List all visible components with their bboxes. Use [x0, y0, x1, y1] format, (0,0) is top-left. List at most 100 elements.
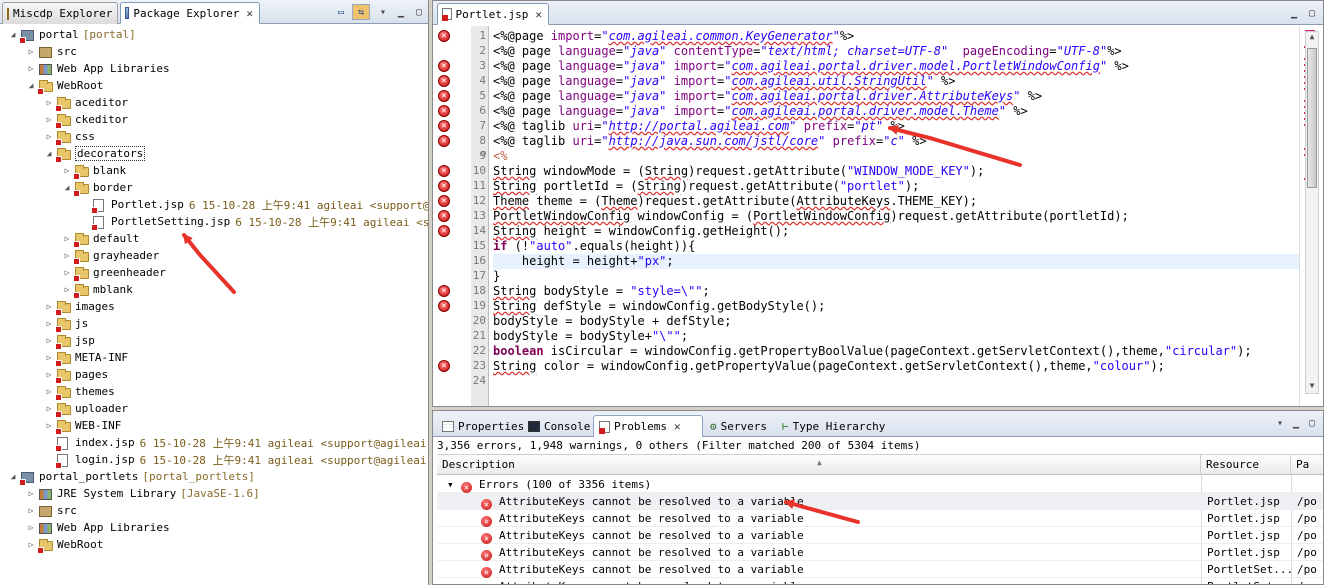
tree-item[interactable]: ▷ Web App Libraries	[26, 60, 170, 77]
close-icon[interactable]: ✕	[674, 420, 681, 433]
code-line[interactable]: <%@ taglib uri="http://portal.agileai.co…	[493, 119, 905, 134]
collapsed-twistie-icon[interactable]: ▷	[44, 370, 54, 379]
tree-item[interactable]: ▷ src	[26, 502, 77, 519]
tab-problems[interactable]: Problems ✕	[593, 415, 703, 437]
column-path[interactable]: Pa	[1291, 455, 1323, 475]
tree-item[interactable]: ▷ pages	[44, 366, 108, 384]
error-marker-icon[interactable]: ✕	[438, 60, 450, 72]
error-marker-icon[interactable]: ✕	[438, 285, 450, 297]
code-line[interactable]: String bodyStyle = "style=\"";	[493, 284, 710, 299]
close-icon[interactable]: ✕	[535, 8, 542, 21]
problem-row[interactable]: ✕AttributeKeys cannot be resolved to a v…	[437, 493, 1323, 510]
code-line[interactable]: height = height+"px";	[493, 254, 1309, 269]
collapsed-twistie-icon[interactable]: ▷	[44, 421, 54, 430]
tree-item[interactable]: ▷ css	[44, 128, 95, 146]
error-marker-icon[interactable]: ✕	[438, 120, 450, 132]
error-marker-icon[interactable]: ✕	[438, 225, 450, 237]
error-marker-icon[interactable]: ✕	[438, 30, 450, 42]
collapsed-twistie-icon[interactable]: ▷	[44, 132, 54, 141]
maximize-icon[interactable]: ▢	[1303, 5, 1321, 21]
tree-item[interactable]: ▷ themes	[44, 383, 115, 401]
collapsed-twistie-icon[interactable]: ▷	[44, 353, 54, 362]
expanded-twistie-icon[interactable]: ◢	[8, 30, 18, 39]
tab-portlet-jsp[interactable]: Portlet.jsp ✕	[437, 3, 549, 25]
expanded-twistie-icon[interactable]: ◢	[8, 472, 18, 481]
collapsed-twistie-icon[interactable]: ▷	[62, 268, 72, 277]
code-line[interactable]: <%@ page language="java" import="com.agi…	[493, 104, 1028, 119]
tree-item[interactable]: Portlet.jsp 6 15-10-28 上午9:41 agileai <su…	[80, 196, 428, 214]
collapsed-twistie-icon[interactable]: ▷	[44, 302, 54, 311]
problem-row[interactable]: ✕AttributeKeys cannot be resolved to a v…	[437, 544, 1323, 561]
code-line[interactable]: <%@ page language="java" contentType="te…	[493, 44, 1122, 59]
error-marker-icon[interactable]: ✕	[438, 105, 450, 117]
tree-item[interactable]: ◢ decorators	[44, 145, 146, 163]
scroll-down-icon[interactable]: ▼	[1306, 381, 1318, 393]
collapsed-twistie-icon[interactable]: ▷	[26, 506, 36, 515]
problem-row[interactable]: ✕AttributeKeys cannot be resolved to a v…	[437, 510, 1323, 527]
code-line[interactable]: <%@ taglib uri="http://java.sun.com/jstl…	[493, 134, 927, 149]
code-line[interactable]: bodyStyle = bodyStyle+"\"";	[493, 329, 688, 344]
error-group-row[interactable]: ▾ ✕ Errors (100 of 3356 items)	[437, 476, 1323, 493]
tree-item[interactable]: ▷ greenheader	[62, 264, 166, 282]
tree-item[interactable]: ◢ portal_portlets [portal_portlets]	[8, 468, 255, 486]
minimize-icon[interactable]: ▁	[392, 4, 410, 20]
tree-item[interactable]: ▷ WebRoot	[26, 536, 103, 554]
error-marker-icon[interactable]: ✕	[438, 210, 450, 222]
tree-item[interactable]: ▷ src	[26, 43, 77, 60]
tab-type-hierarchy[interactable]: ⊢ Type Hierarchy	[777, 415, 890, 437]
tab-miscdp-explorer[interactable]: Miscdp Explorer	[2, 2, 118, 24]
error-marker-icon[interactable]: ✕	[438, 300, 450, 312]
code-line[interactable]: boolean isCircular = windowConfig.getPro…	[493, 344, 1252, 359]
expanded-twistie-icon[interactable]: ◢	[62, 183, 72, 192]
tree-item[interactable]: login.jsp 6 15-10-28 上午9:41 agileai <supp…	[44, 451, 428, 469]
collapsed-twistie-icon[interactable]: ▷	[44, 115, 54, 124]
error-marker-icon[interactable]: ✕	[438, 75, 450, 87]
link-with-editor-icon[interactable]: ⇆	[352, 4, 370, 20]
collapsed-twistie-icon[interactable]: ▷	[44, 404, 54, 413]
code-line[interactable]: bodyStyle = bodyStyle + defStyle;	[493, 314, 731, 329]
tree-item[interactable]: ▷ mblank	[62, 281, 133, 299]
tree-item[interactable]: ▷ blank	[62, 162, 126, 180]
collapsed-twistie-icon[interactable]: ▷	[62, 234, 72, 243]
tree-item[interactable]: ▷ grayheader	[62, 247, 159, 265]
close-icon[interactable]: ✕	[246, 7, 253, 20]
scroll-thumb[interactable]	[1307, 48, 1317, 188]
maximize-icon[interactable]: ▢	[1303, 415, 1321, 431]
error-marker-icon[interactable]: ✕	[438, 90, 450, 102]
error-marker-icon[interactable]: ✕	[438, 180, 450, 192]
collapse-all-icon[interactable]: ▭	[332, 4, 350, 20]
tab-package-explorer[interactable]: Package Explorer ✕	[120, 2, 260, 24]
tab-properties[interactable]: Properties	[437, 415, 529, 437]
error-marker-icon[interactable]: ✕	[438, 135, 450, 147]
code-line[interactable]: <%@page import="com.agileai.common.KeyGe…	[493, 29, 854, 44]
code-line[interactable]: <%@ page language="java" import="com.agi…	[493, 89, 1042, 104]
tree-item[interactable]: ▷ aceditor	[44, 94, 128, 112]
tree-item[interactable]: ◢ portal [portal]	[8, 26, 136, 44]
collapsed-twistie-icon[interactable]: ▷	[26, 523, 36, 532]
tree-item[interactable]: ▷ js	[44, 315, 88, 333]
tree-item[interactable]: ▷ images	[44, 298, 115, 316]
collapsed-twistie-icon[interactable]: ▷	[26, 540, 36, 549]
collapsed-twistie-icon[interactable]: ▷	[62, 285, 72, 294]
collapsed-twistie-icon[interactable]: ▷	[44, 336, 54, 345]
expanded-twistie-icon[interactable]: ◢	[26, 81, 36, 90]
problem-row[interactable]: ✕AttributeKeys cannot be resolved to a v…	[437, 527, 1323, 544]
maximize-icon[interactable]: ▢	[410, 4, 428, 20]
view-menu-icon[interactable]: ▾	[374, 4, 392, 20]
code-line[interactable]: String height = windowConfig.getHeight()…	[493, 224, 789, 239]
error-marker-icon[interactable]: ✕	[438, 165, 450, 177]
code-line[interactable]: Theme theme = (Theme)request.getAttribut…	[493, 194, 977, 209]
expanded-twistie-icon[interactable]: ◢	[44, 149, 54, 158]
tree-item[interactable]: ▷ jsp	[44, 332, 95, 350]
column-description[interactable]: Description ▲	[437, 455, 1201, 475]
code-line[interactable]: String windowMode = (String)request.getA…	[493, 164, 984, 179]
collapsed-twistie-icon[interactable]: ▷	[44, 98, 54, 107]
problem-row[interactable]: ✕AttributeKeys cannot be resolved to a v…	[437, 561, 1323, 578]
minimize-icon[interactable]: ▁	[1285, 5, 1303, 21]
vertical-scrollbar[interactable]: ▲ ▼	[1305, 31, 1319, 394]
tree-item[interactable]: ▷ WEB-INF	[44, 417, 121, 435]
collapsed-twistie-icon[interactable]: ▷	[62, 251, 72, 260]
tree-item[interactable]: PortletSetting.jsp 6 15-10-28 上午9:41 agil…	[80, 213, 428, 231]
problem-row[interactable]: ✕AttributeKeys cannot be resolved to a v…	[437, 578, 1323, 584]
scroll-up-icon[interactable]: ▲	[1306, 32, 1318, 44]
